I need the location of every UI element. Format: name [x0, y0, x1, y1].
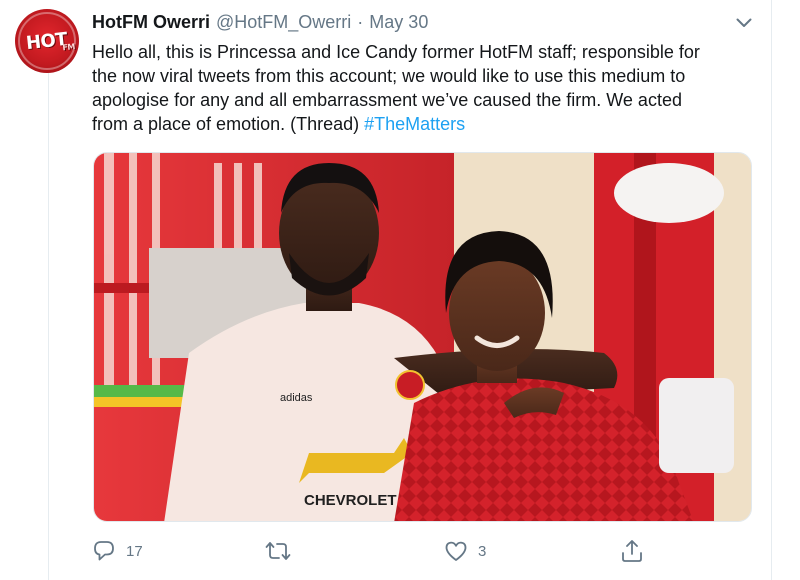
photo-white-flowers [614, 163, 724, 223]
like-icon [445, 541, 467, 561]
photo-illustration: adidas CHEVROLET [94, 153, 751, 521]
thread-divider [48, 56, 49, 580]
tweet-photo[interactable]: adidas CHEVROLET [93, 152, 752, 522]
share-button[interactable] [620, 536, 654, 566]
avatar[interactable]: HOT FM [15, 9, 79, 73]
like-button[interactable]: 3 [444, 536, 486, 566]
timeline-border [771, 0, 772, 580]
tweet-text-line: the now viral tweets from this account; … [92, 66, 686, 86]
tweet-text-line: apologise for any and all embarrassment … [92, 90, 682, 110]
display-name[interactable]: HotFM Owerri [92, 12, 210, 33]
header-separator: · [357, 12, 364, 32]
more-options-button[interactable] [733, 12, 755, 34]
tweet-text-line: Hello all, this is Princessa and Ice Can… [92, 42, 700, 62]
avatar-logo: HOT FM [25, 28, 75, 53]
retweet-button[interactable] [265, 536, 301, 566]
photo-shirt-sponsor: CHEVROLET [304, 492, 397, 509]
photo-shirt-crest [395, 370, 425, 400]
chevron-down-icon [736, 18, 752, 27]
like-count: 3 [478, 542, 487, 560]
hashtag-link[interactable]: #TheMatters [364, 114, 465, 134]
tweet-date[interactable]: May 30 [369, 12, 428, 33]
tweet-text-line-end: from a place of emotion. (Thread) [92, 114, 365, 134]
tweet-text-line: from a place of emotion. (Thread) #TheMa… [92, 112, 757, 136]
tweet-text: Hello all, this is Princessa and Ice Can… [92, 40, 757, 136]
tweet-header: HotFM Owerri @HotFM_Owerri · May 30 [92, 12, 428, 34]
retweet-icon [265, 542, 291, 560]
photo-shirt-brand: adidas [280, 392, 313, 404]
tweet-actions: 17 3 [92, 536, 652, 566]
share-icon [622, 540, 642, 562]
reply-button[interactable]: 17 [92, 536, 143, 566]
user-handle[interactable]: @HotFM_Owerri [216, 12, 351, 33]
tweet-card: HOT FM HotFM Owerri @HotFM_Owerri · May 3… [0, 0, 800, 580]
reply-count: 17 [126, 542, 143, 560]
avatar-logo-subtext: FM [62, 41, 76, 52]
photo-woman-bag [659, 378, 734, 473]
reply-icon [94, 541, 114, 561]
